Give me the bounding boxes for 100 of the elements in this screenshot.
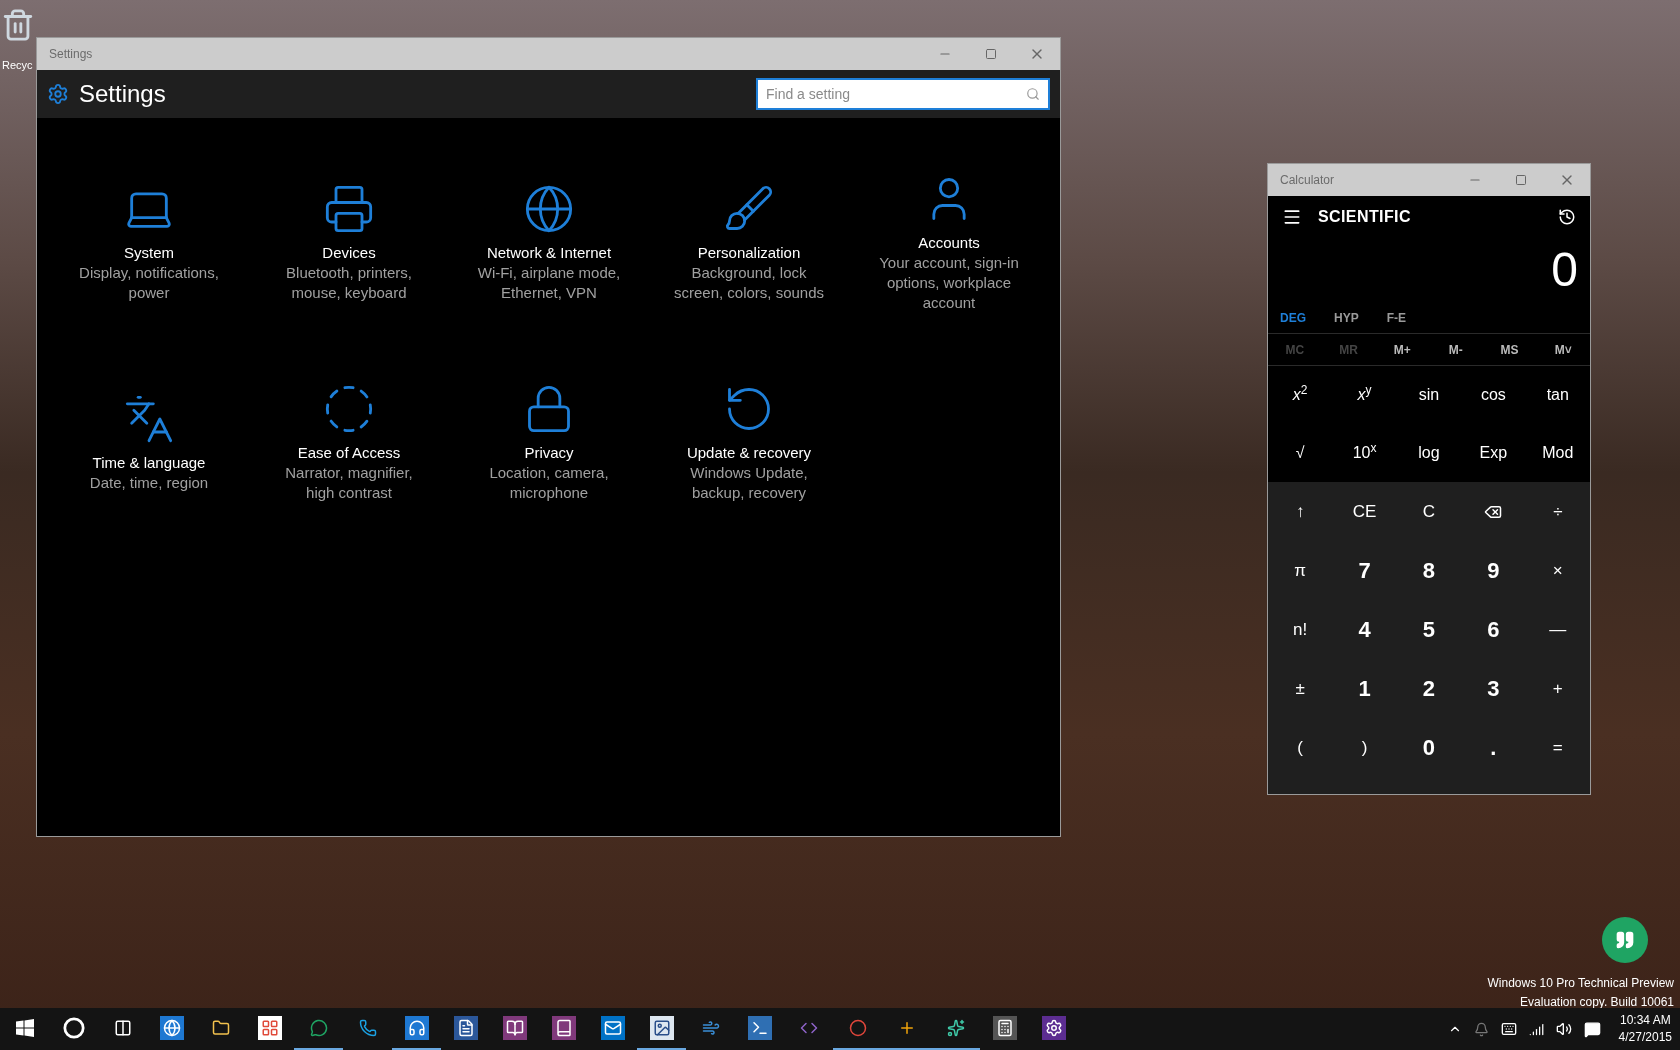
category-description: Bluetooth, printers, mouse, keyboard — [285, 263, 413, 303]
headphones-icon — [407, 1019, 426, 1037]
digit-button[interactable]: 7 — [1332, 541, 1397, 600]
category-title[interactable]: System — [124, 243, 174, 263]
edition-watermark-text: Windows 10 Pro Technical Preview — [1487, 975, 1674, 992]
mail-icon — [603, 1019, 622, 1037]
category-description: Display, notifications, power — [78, 263, 220, 303]
function-key[interactable]: x$^{2}$ — [1268, 366, 1333, 424]
function-key[interactable]: Mod — [1525, 424, 1590, 482]
operator-button[interactable]: ↑ — [1268, 482, 1333, 541]
memory-button[interactable]: M+ — [1375, 334, 1429, 365]
globe-icon[interactable] — [523, 183, 575, 235]
category-title[interactable]: Personalization — [697, 243, 801, 263]
function-key[interactable]: sin — [1396, 366, 1462, 424]
function-key[interactable]: cos — [1461, 366, 1526, 424]
page-title: Settings — [79, 79, 166, 109]
operator-button[interactable]: ÷ — [1525, 482, 1590, 541]
function-key[interactable]: 10$^{x}$ — [1332, 424, 1397, 482]
memory-button[interactable]: M˅ — [1536, 334, 1590, 365]
angle-mode-button[interactable]: DEG — [1280, 308, 1306, 327]
category-title[interactable]: Privacy — [524, 443, 574, 463]
memory-button[interactable]: MS — [1482, 334, 1537, 365]
edition-watermark-text: Evaluation copy. Build 10061 — [1520, 994, 1674, 1011]
category-description: Wi-Fi, airplane mode, Ethernet, VPN — [476, 263, 622, 303]
clock-date[interactable]: 4/27/2015 — [1618, 1029, 1672, 1046]
clock-time[interactable]: 10:34 AM — [1619, 1012, 1671, 1029]
operator-button[interactable]: = — [1525, 718, 1590, 777]
function-key[interactable]: log — [1396, 424, 1462, 482]
window-title: Calculator — [1279, 172, 1335, 189]
function-key[interactable]: Exp — [1461, 424, 1526, 482]
grid-icon — [260, 1019, 279, 1037]
calculator-icon — [995, 1019, 1014, 1037]
operator-button[interactable]: ) — [1332, 718, 1397, 777]
folder-icon — [211, 1019, 230, 1037]
volume-icon[interactable] — [1555, 1021, 1572, 1037]
category-description: Date, time, region — [88, 473, 210, 493]
signal-icon[interactable] — [1528, 1021, 1544, 1037]
digit-button[interactable]: 4 — [1332, 600, 1397, 659]
category-description: Background, lock screen, colors, sounds — [672, 263, 826, 303]
notification-icon[interactable] — [1583, 1020, 1601, 1038]
digit-button[interactable]: 1 — [1332, 659, 1397, 718]
sparkle-icon — [946, 1019, 965, 1037]
operator-button[interactable]: × — [1525, 541, 1590, 600]
operator-button[interactable]: ± — [1268, 659, 1333, 718]
picture-icon — [652, 1019, 671, 1037]
search-field[interactable]: Find a setting — [756, 78, 1050, 110]
operator-button[interactable]: C — [1396, 482, 1462, 541]
digit-button[interactable]: 6 — [1461, 600, 1526, 659]
printer-icon[interactable] — [323, 183, 375, 235]
window-title: Settings — [48, 46, 93, 63]
angle-mode-button[interactable]: F-E — [1386, 308, 1407, 327]
operator-button[interactable]: n! — [1268, 600, 1333, 659]
swirl-icon — [701, 1019, 720, 1037]
maximize-icon — [985, 48, 997, 60]
task-view-icon — [113, 1019, 132, 1037]
menu-icon[interactable] — [1282, 207, 1302, 227]
desktop-icon-label: Recyc — [2, 58, 33, 73]
circle-icon — [848, 1019, 867, 1037]
category-title[interactable]: Update & recovery — [686, 443, 812, 463]
category-title[interactable]: Ease of Access — [297, 443, 401, 463]
search-icon — [1026, 87, 1040, 101]
digit-button[interactable]: . — [1461, 718, 1526, 777]
result-display: 0 — [1551, 246, 1578, 294]
operator-button[interactable]: + — [1525, 659, 1590, 718]
digit-button[interactable]: 0 — [1396, 718, 1462, 777]
category-description: Narrator, magnifier, high contrast — [284, 463, 414, 503]
dashed-circle-icon[interactable] — [323, 383, 375, 435]
recycle-bin-icon[interactable] — [1, 8, 35, 42]
terminal-icon — [750, 1019, 769, 1037]
digit-button[interactable]: 2 — [1396, 659, 1462, 718]
category-title[interactable]: Time & language — [92, 453, 206, 473]
chat-bubble-icon — [309, 1019, 328, 1037]
digit-button[interactable]: 3 — [1461, 659, 1526, 718]
digit-button[interactable]: 9 — [1461, 541, 1526, 600]
phone-icon — [358, 1019, 377, 1037]
category-title[interactable]: Devices — [322, 243, 376, 263]
angle-mode-button[interactable]: HYP — [1334, 308, 1359, 327]
history-icon[interactable] — [1558, 208, 1576, 226]
digit-button[interactable]: 5 — [1396, 600, 1462, 659]
category-title[interactable]: Network & Internet — [486, 243, 612, 263]
function-key[interactable]: tan — [1525, 366, 1590, 424]
category-title[interactable]: Accounts — [918, 233, 980, 253]
language-icon[interactable] — [123, 393, 175, 445]
memory-button[interactable]: M- — [1429, 334, 1483, 365]
operator-button[interactable]: CE — [1332, 482, 1397, 541]
circle-icon — [62, 1017, 85, 1039]
settings-icon — [47, 83, 69, 105]
notebook-icon — [505, 1019, 524, 1037]
function-key[interactable]: √ — [1268, 424, 1333, 482]
operator-button[interactable]: π — [1268, 541, 1333, 600]
windows-logo-icon — [15, 1019, 34, 1037]
bell-icon[interactable] — [1473, 1021, 1489, 1037]
keyboard-icon[interactable] — [1500, 1021, 1517, 1037]
operator-button[interactable]: ( — [1268, 718, 1333, 777]
mode-title: SCIENTIFIC — [1318, 207, 1411, 227]
operator-button[interactable]: — — [1525, 600, 1590, 659]
globe-icon — [162, 1019, 181, 1037]
function-key[interactable]: x$^{y}$ — [1332, 366, 1397, 424]
digit-button[interactable]: 8 — [1396, 541, 1462, 600]
notebook-icon — [554, 1019, 573, 1037]
